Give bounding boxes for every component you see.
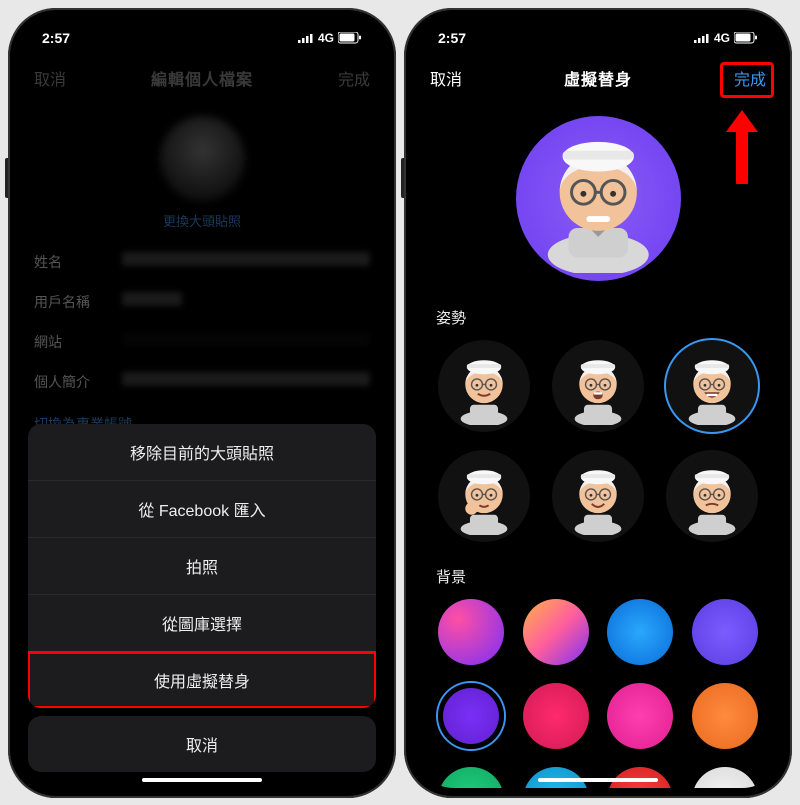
sheet-use-avatar[interactable]: 使用虛擬替身: [28, 652, 376, 708]
background-option-8[interactable]: [438, 767, 504, 788]
battery-icon: [734, 32, 758, 44]
screen-edit-profile: 2:57 4G 取消 編輯個人檔案 完成 更換大頭貼照 姓名: [18, 18, 386, 788]
label-username: 用戶名稱: [34, 292, 104, 312]
sheet-remove-photo[interactable]: 移除目前的大頭貼照: [28, 424, 376, 481]
status-right: 4G: [694, 31, 758, 45]
nav-cancel-button[interactable]: 取消: [430, 66, 462, 90]
form-row-name[interactable]: 姓名: [34, 242, 370, 282]
notch: [122, 18, 282, 44]
profile-area: 更換大頭貼照: [18, 98, 386, 238]
form-row-username[interactable]: 用戶名稱: [34, 282, 370, 322]
background-option-11[interactable]: [692, 767, 758, 788]
screen-avatar-editor: 2:57 4G 取消 虛擬替身 完成: [414, 18, 782, 788]
pose-section-label: 姿勢: [414, 303, 782, 340]
sheet-cancel-button[interactable]: 取消: [28, 716, 376, 772]
signal-icon: [694, 33, 710, 43]
form-row-bio[interactable]: 個人簡介: [34, 362, 370, 402]
battery-icon: [338, 32, 362, 44]
pose-option-0[interactable]: [438, 340, 530, 432]
home-indicator[interactable]: [538, 778, 658, 782]
label-bio: 個人簡介: [34, 372, 104, 392]
notch: [518, 18, 678, 44]
status-network: 4G: [714, 31, 730, 45]
nav-cancel-button[interactable]: 取消: [34, 66, 66, 90]
profile-form: 姓名 用戶名稱 網站 個人簡介: [18, 238, 386, 406]
status-right: 4G: [298, 31, 362, 45]
value-website: [122, 332, 370, 346]
phone-right: 2:57 4G 取消 虛擬替身 完成: [404, 8, 792, 798]
action-sheet: 移除目前的大頭貼照 從 Facebook 匯入 拍照 從圖庫選擇 使用虛擬替身 …: [28, 424, 376, 778]
value-username: [122, 292, 182, 306]
pose-option-2[interactable]: [666, 340, 758, 432]
background-option-5[interactable]: [523, 683, 589, 749]
home-indicator[interactable]: [142, 778, 262, 782]
background-option-6[interactable]: [607, 683, 673, 749]
annotation-highlight-done: [720, 62, 774, 98]
phone-left: 2:57 4G 取消 編輯個人檔案 完成 更換大頭貼照 姓名: [8, 8, 396, 798]
pose-option-5[interactable]: [666, 450, 758, 542]
background-option-2[interactable]: [607, 599, 673, 665]
sheet-choose-library[interactable]: 從圖庫選擇: [28, 595, 376, 652]
background-option-4[interactable]: [438, 683, 504, 749]
label-name: 姓名: [34, 252, 104, 272]
background-option-7[interactable]: [692, 683, 758, 749]
status-time: 2:57: [438, 30, 466, 46]
profile-avatar-placeholder[interactable]: [160, 116, 245, 201]
pose-option-3[interactable]: [438, 450, 530, 542]
label-website: 網站: [34, 332, 104, 352]
background-option-0[interactable]: [438, 599, 504, 665]
value-name: [122, 252, 370, 266]
sheet-import-facebook[interactable]: 從 Facebook 匯入: [28, 481, 376, 538]
change-photo-link[interactable]: 更換大頭貼照: [18, 211, 386, 230]
background-grid: [414, 599, 782, 788]
background-option-3[interactable]: [692, 599, 758, 665]
form-row-website[interactable]: 網站: [34, 322, 370, 362]
background-option-1[interactable]: [523, 599, 589, 665]
signal-icon: [298, 33, 314, 43]
status-time: 2:57: [42, 30, 70, 46]
avatar-preview: [516, 116, 681, 281]
sheet-group: 移除目前的大頭貼照 從 Facebook 匯入 拍照 從圖庫選擇 使用虛擬替身: [28, 424, 376, 708]
annotation-arrow-icon: [720, 104, 764, 189]
value-bio: [122, 372, 370, 386]
pose-option-1[interactable]: [552, 340, 644, 432]
avatar-character-icon: [524, 124, 673, 273]
nav-bar: 取消 編輯個人檔案 完成: [18, 58, 386, 98]
status-network: 4G: [318, 31, 334, 45]
pose-option-4[interactable]: [552, 450, 644, 542]
sheet-take-photo[interactable]: 拍照: [28, 538, 376, 595]
pose-grid: [414, 340, 782, 562]
bg-section-label: 背景: [414, 562, 782, 599]
nav-title: 編輯個人檔案: [151, 66, 253, 90]
nav-title: 虛擬替身: [564, 66, 632, 90]
nav-done-button[interactable]: 完成: [338, 66, 370, 90]
